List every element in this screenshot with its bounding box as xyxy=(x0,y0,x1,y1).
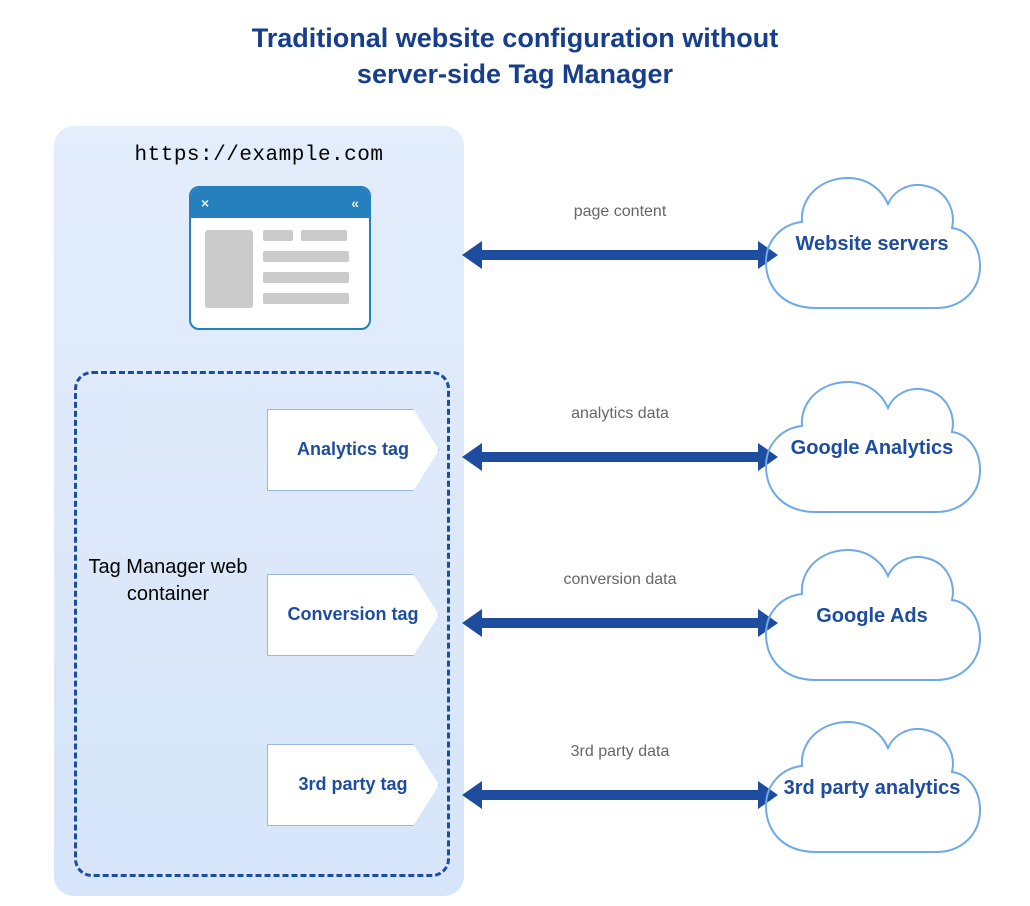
cloud-label: 3rd party analytics xyxy=(760,776,984,801)
diagram-title: Traditional website configuration withou… xyxy=(0,20,1030,93)
text-placeholder-lines xyxy=(263,230,355,308)
tag-label: Conversion tag xyxy=(287,603,418,626)
browser-window-icon: × « xyxy=(189,186,371,330)
double-arrow-icon xyxy=(480,790,760,800)
double-arrow-icon xyxy=(480,618,760,628)
double-arrow-icon xyxy=(480,452,760,462)
conversion-tag: Conversion tag xyxy=(267,574,439,656)
arrow-label-analytics-data: analytics data xyxy=(520,404,720,424)
cloud-website-servers: Website servers xyxy=(760,168,984,316)
title-line-1: Traditional website configuration withou… xyxy=(252,23,779,53)
analytics-tag: Analytics tag xyxy=(267,409,439,491)
client-side-panel: https://example.com × « Tag Manager web … xyxy=(54,126,464,896)
third-party-tag: 3rd party tag xyxy=(267,744,439,826)
tag-manager-web-container: Tag Manager web container Analytics tag … xyxy=(74,371,450,877)
cloud-google-ads: Google Ads xyxy=(760,540,984,688)
cloud-label: Google Ads xyxy=(760,604,984,629)
tag-label: 3rd party tag xyxy=(298,773,407,796)
thumbnail-placeholder-icon xyxy=(205,230,253,308)
container-label: Tag Manager web container xyxy=(83,554,253,608)
cloud-label: Google Analytics xyxy=(760,436,984,461)
arrow-label-conversion-data: conversion data xyxy=(520,570,720,590)
close-icon: × xyxy=(201,195,209,211)
browser-body xyxy=(191,218,369,320)
cloud-label: Website servers xyxy=(760,232,984,257)
browser-url-label: https://example.com xyxy=(54,144,464,167)
arrow-label-third-party-data: 3rd party data xyxy=(520,742,720,762)
cloud-third-party-analytics: 3rd party analytics xyxy=(760,712,984,860)
tag-label: Analytics tag xyxy=(297,438,409,461)
browser-title-bar: × « xyxy=(191,188,369,218)
collapse-icon: « xyxy=(351,195,359,211)
arrow-label-page-content: page content xyxy=(520,202,720,222)
double-arrow-icon xyxy=(480,250,760,260)
title-line-2: server-side Tag Manager xyxy=(357,59,673,89)
cloud-google-analytics: Google Analytics xyxy=(760,372,984,520)
